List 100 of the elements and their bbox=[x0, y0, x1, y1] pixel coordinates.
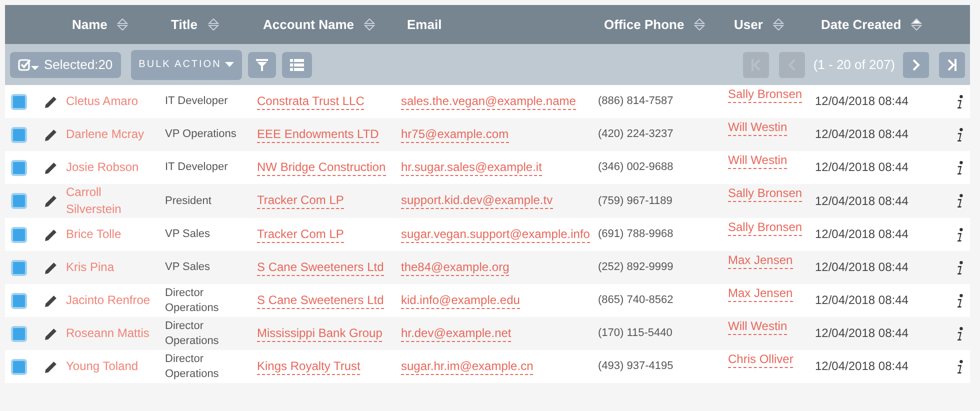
email-link[interactable]: hr.dev@example.net bbox=[401, 326, 512, 342]
column-header[interactable]: User bbox=[728, 17, 815, 32]
pencil-icon[interactable] bbox=[44, 194, 58, 208]
user-link[interactable]: Will Westin bbox=[728, 120, 788, 136]
column-header[interactable]: Title bbox=[165, 17, 257, 32]
account-link[interactable]: NW Bridge Construction bbox=[257, 160, 386, 176]
column-label: Title bbox=[171, 17, 198, 32]
pencil-icon[interactable] bbox=[44, 326, 58, 340]
user-link[interactable]: Max Jensen bbox=[728, 253, 793, 269]
email-link[interactable]: sugar.hr.im@example.cn bbox=[401, 358, 534, 374]
contact-name-link[interactable]: Roseann Mattis bbox=[66, 325, 165, 342]
pencil-icon[interactable] bbox=[44, 260, 58, 274]
info-icon[interactable] bbox=[957, 128, 963, 142]
user-link[interactable]: Sally Bronsen bbox=[728, 186, 802, 202]
column-header[interactable]: Account Name bbox=[257, 17, 401, 32]
pager-button[interactable] bbox=[903, 52, 929, 78]
user-link[interactable]: Sally Bronsen bbox=[728, 220, 802, 236]
contact-name-link[interactable]: Brice Tolle bbox=[66, 226, 165, 243]
phone-text: (346) 002-9688 bbox=[598, 160, 674, 175]
pencil-icon[interactable] bbox=[44, 294, 58, 308]
columns-button[interactable] bbox=[282, 52, 312, 78]
row-checkbox[interactable] bbox=[11, 260, 27, 276]
phone-text: (759) 967-1189 bbox=[598, 194, 674, 208]
pencil-icon[interactable] bbox=[44, 128, 58, 142]
email-link[interactable]: sales.the.vegan@example.name bbox=[401, 94, 576, 110]
contact-name-link[interactable]: Young Toland bbox=[66, 358, 165, 375]
user-link[interactable]: Max Jensen bbox=[728, 286, 793, 302]
account-link[interactable]: Constrata Trust LLC bbox=[257, 94, 364, 110]
user-link[interactable]: Will Westin bbox=[728, 319, 788, 335]
info-icon[interactable] bbox=[957, 294, 963, 308]
column-header[interactable]: Office Phone bbox=[598, 17, 728, 32]
info-icon[interactable] bbox=[957, 94, 963, 108]
sort-icon[interactable] bbox=[117, 18, 128, 31]
row-checkbox[interactable] bbox=[11, 126, 27, 142]
date-text: 12/04/2018 08:44 bbox=[815, 194, 910, 208]
info-icon[interactable] bbox=[957, 160, 963, 174]
account-link[interactable]: Tracker Com LP bbox=[257, 193, 344, 209]
info-icon[interactable] bbox=[957, 326, 963, 340]
account-link[interactable]: Kings Royalty Trust bbox=[257, 358, 360, 374]
contact-name-link[interactable]: Carroll Silverstein bbox=[66, 184, 165, 218]
contact-name-link[interactable]: Josie Robson bbox=[66, 159, 165, 176]
sort-icon[interactable] bbox=[694, 18, 706, 31]
contact-name-link[interactable]: Cletus Amaro bbox=[66, 93, 165, 110]
info-icon[interactable] bbox=[957, 260, 963, 274]
info-icon[interactable] bbox=[957, 194, 963, 208]
row-checkbox[interactable] bbox=[11, 226, 27, 242]
row-checkbox[interactable] bbox=[11, 326, 27, 342]
user-link[interactable]: Chris Olliver bbox=[728, 352, 794, 368]
account-link[interactable]: EEE Endowments LTD bbox=[257, 126, 379, 142]
email-link[interactable]: hr75@example.com bbox=[401, 126, 509, 142]
row-checkbox[interactable] bbox=[11, 193, 27, 209]
row-checkbox[interactable] bbox=[11, 94, 27, 110]
title-text: Director Operations bbox=[165, 318, 220, 348]
account-link[interactable]: S Cane Sweeteners Ltd bbox=[257, 260, 384, 276]
column-label: Name bbox=[72, 17, 108, 32]
date-text: 12/04/2018 08:44 bbox=[815, 293, 910, 308]
phone-text: (886) 814-7587 bbox=[598, 94, 674, 109]
contact-name-link[interactable]: Kris Pina bbox=[66, 259, 165, 276]
title-text: IT Developer bbox=[165, 160, 229, 175]
account-link[interactable]: Tracker Com LP bbox=[257, 226, 344, 242]
pencil-icon[interactable] bbox=[44, 360, 58, 374]
account-link[interactable]: S Cane Sweeteners Ltd bbox=[257, 292, 384, 308]
phone-text: (493) 937-4195 bbox=[598, 359, 674, 374]
select-menu-button[interactable]: Selected:20 bbox=[10, 52, 121, 78]
filter-button[interactable] bbox=[248, 52, 276, 78]
column-header[interactable]: Date Created bbox=[815, 17, 970, 32]
phone-text: (252) 892-9999 bbox=[598, 260, 674, 275]
contact-name-link[interactable]: Jacinto Renfroe bbox=[66, 292, 165, 309]
user-link[interactable]: Will Westin bbox=[728, 153, 788, 169]
email-link[interactable]: hr.sugar.sales@example.it bbox=[401, 160, 542, 176]
row-checkbox[interactable] bbox=[11, 292, 27, 308]
phone-text: (420) 224-3237 bbox=[598, 127, 674, 142]
filter-icon bbox=[256, 58, 268, 70]
phone-text: (691) 788-9968 bbox=[598, 227, 674, 242]
column-header[interactable]: Name bbox=[66, 17, 165, 32]
title-text: Director Operations bbox=[165, 352, 220, 382]
user-link[interactable]: Sally Bronsen bbox=[728, 87, 802, 103]
contact-name-link[interactable]: Darlene Mcray bbox=[66, 126, 165, 143]
account-link[interactable]: Mississippi Bank Group bbox=[257, 326, 382, 342]
email-link[interactable]: kid.info@example.edu bbox=[401, 292, 520, 308]
row-checkbox[interactable] bbox=[11, 358, 27, 374]
sort-icon[interactable] bbox=[364, 18, 376, 31]
pencil-icon[interactable] bbox=[44, 160, 58, 174]
info-icon[interactable] bbox=[957, 360, 963, 374]
sort-icon[interactable] bbox=[911, 18, 922, 31]
column-header[interactable]: Email bbox=[401, 17, 598, 32]
bulk-action-button[interactable]: BULK ACTION bbox=[130, 50, 242, 80]
info-icon[interactable] bbox=[957, 228, 963, 242]
email-link[interactable]: support.kid.dev@example.tv bbox=[401, 193, 553, 209]
row-checkbox[interactable] bbox=[11, 160, 27, 176]
column-label: Account Name bbox=[263, 17, 354, 32]
email-link[interactable]: sugar.vegan.support@example.info bbox=[401, 226, 590, 242]
email-link[interactable]: the84@example.org bbox=[401, 260, 510, 276]
pencil-icon[interactable] bbox=[44, 94, 58, 108]
sort-icon[interactable] bbox=[772, 18, 784, 31]
list-icon bbox=[290, 58, 304, 70]
date-text: 12/04/2018 08:44 bbox=[815, 160, 910, 175]
sort-icon[interactable] bbox=[208, 18, 218, 31]
pencil-icon[interactable] bbox=[44, 228, 58, 242]
pager-button[interactable] bbox=[939, 52, 965, 78]
